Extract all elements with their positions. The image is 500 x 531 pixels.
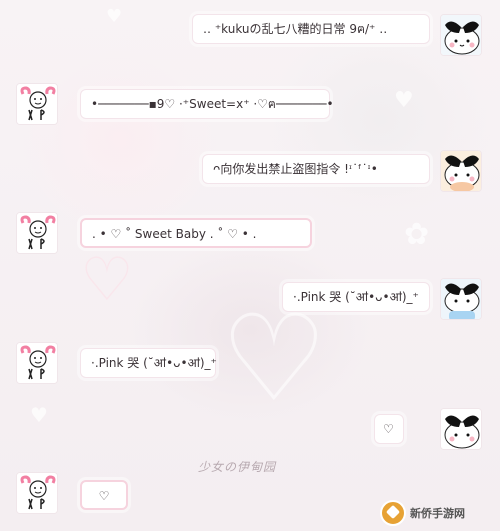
site-logo-icon — [380, 500, 406, 526]
heart-decoration-icon: ♥ — [30, 403, 48, 427]
message-bubble[interactable]: ·.Pink 哭 (˘ॴ•ᴗ•ॴ)_⁺ — [80, 348, 217, 378]
message-bubble[interactable]: ♡ — [374, 414, 404, 444]
heart-decoration-icon: ✿ — [404, 217, 430, 252]
heart-decoration-icon: ♥ — [106, 6, 123, 27]
background-caption: 少女の伊甸园 — [198, 460, 277, 474]
girl-doodle-avatar-icon — [17, 213, 57, 253]
heart-decoration-icon: ♡ — [220, 290, 328, 429]
watermark: 新侨手游网 — [380, 498, 498, 528]
avatar[interactable] — [440, 408, 482, 450]
avatar[interactable] — [440, 150, 482, 192]
girl-doodle-avatar-icon — [17, 84, 57, 124]
message-bubble[interactable]: ·.Pink 哭 (˘ॴ•ᴗ•ॴ)_⁺ — [282, 282, 430, 312]
girl-doodle-avatar-icon — [17, 343, 57, 383]
girl-doodle-avatar-icon — [17, 473, 57, 513]
panda-avatar-icon — [441, 279, 481, 319]
avatar[interactable] — [16, 342, 58, 384]
avatar[interactable] — [16, 83, 58, 125]
panda-avatar-icon — [441, 409, 481, 449]
heart-decoration-icon: ♡ — [80, 245, 134, 315]
panda-avatar-icon — [441, 151, 481, 191]
avatar[interactable] — [440, 278, 482, 320]
message-bubble[interactable]: •───────▪9♡ ·⁺Sweet=x⁺ ·♡ฅ───────• — [80, 89, 334, 119]
watermark-text: 新侨手游网 — [410, 507, 465, 520]
avatar[interactable] — [440, 14, 482, 56]
message-bubble[interactable]: ‥ ⁺kukuの乱七八糟的日常 9ฅ/⁺ ‥ — [192, 14, 430, 44]
avatar[interactable] — [16, 212, 58, 254]
message-bubble[interactable]: ♡ — [80, 480, 128, 510]
chat-background — [0, 0, 500, 531]
message-bubble[interactable]: . • ♡ ˚ Sweet Baby . ˚ ♡ • . — [80, 218, 312, 248]
heart-decoration-icon: ♥ — [394, 88, 414, 113]
avatar[interactable] — [16, 472, 58, 514]
message-bubble[interactable]: ᴖ向你发出禁止盗图指令 !ᶦ˙ᶠ˙ᶦ• — [202, 154, 430, 184]
panda-avatar-icon — [441, 15, 481, 55]
